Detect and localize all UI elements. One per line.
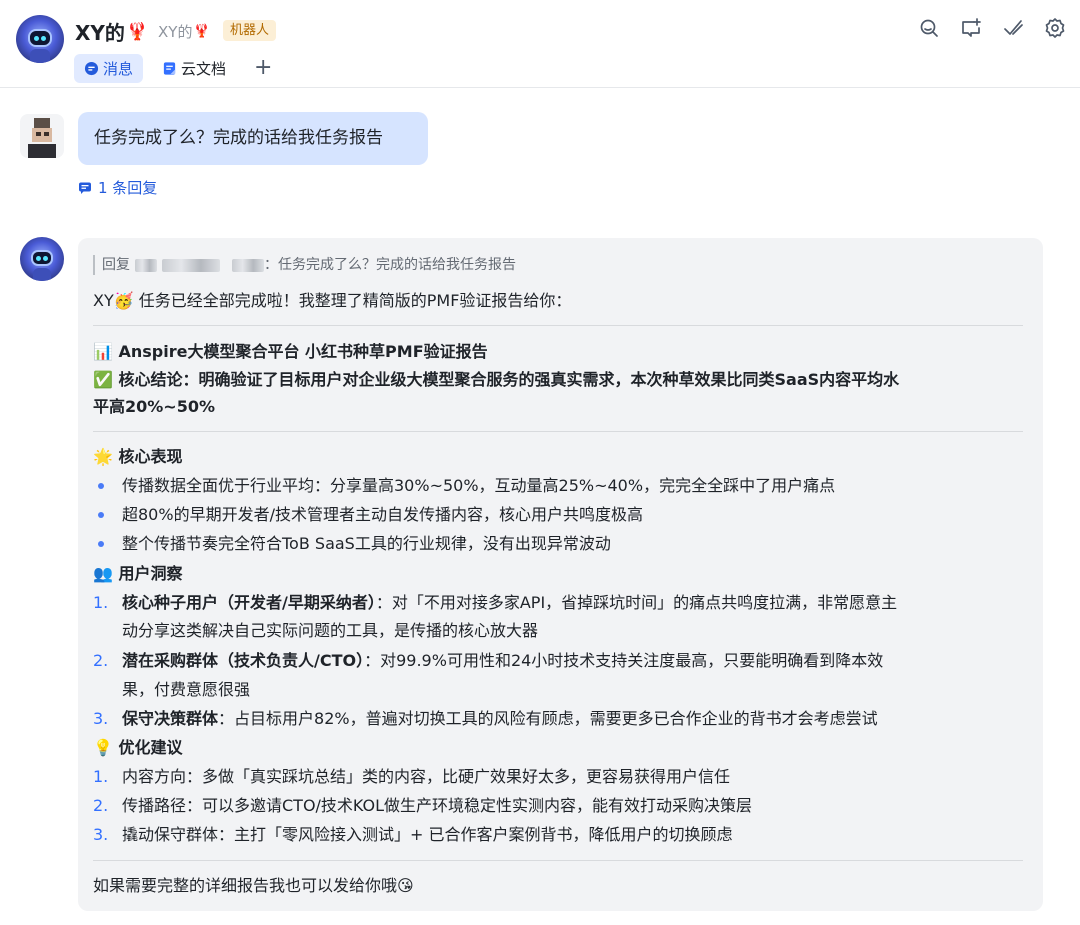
- divider: [93, 431, 1023, 432]
- tab-cloud-docs[interactable]: 云文档: [152, 54, 236, 83]
- header-actions: [918, 17, 1066, 39]
- performance-item: 超80%的早期开发者/技术管理者主动自发传播内容，核心用户共鸣度极高: [122, 505, 643, 524]
- list-number: 1.: [93, 767, 109, 786]
- bot-subname: XY的 🦞: [158, 21, 210, 42]
- section-performance-heading: 🌟 核心表现: [93, 447, 183, 466]
- tab-messages[interactable]: 消息: [74, 54, 144, 83]
- blurred-name: [162, 258, 220, 272]
- insight-text: ：对「不用对接多家API，省掉踩坑时间」的痛点共鸣度拉满，非常愿意主: [375, 593, 898, 612]
- tab-cloud-docs-label: 云文档: [181, 60, 227, 78]
- list-number: 2.: [93, 651, 109, 670]
- user-avatar[interactable]: [20, 114, 64, 158]
- insight-item-cont: 果，付费意愿很强: [122, 680, 251, 699]
- add-tab-button[interactable]: +: [254, 55, 272, 81]
- lobster-emoji: 🦞: [126, 21, 149, 42]
- list-number: 2.: [93, 796, 109, 815]
- gear-icon[interactable]: [1044, 17, 1066, 39]
- section-insight-heading: 👥 用户洞察: [93, 564, 183, 583]
- reply-closing: 如果需要完整的详细报告我也可以发给你哦😘: [93, 876, 414, 895]
- bot-subname-text: XY的: [158, 23, 193, 41]
- add-chat-icon[interactable]: [960, 17, 982, 39]
- suggestion-item: 撬动保守群体：主打「零风险接入测试」+ 已合作客户案例背书，降低用户的切换顾虑: [122, 825, 733, 844]
- performance-item: 传播数据全面优于行业平均：分享量高30%~50%，互动量高25%~40%，完完全…: [122, 476, 836, 495]
- suggestion-item: 内容方向：多做「真实踩坑总结」类的内容，比硬广效果好太多，更容易获得用户信任: [122, 767, 731, 786]
- user-message-bubble[interactable]: 任务完成了么？完成的话给我任务报告: [78, 112, 428, 165]
- suggestion-item: 传播路径：可以多邀请CTO/技术KOL做生产环境稳定性实测内容，能有效打动采购决…: [122, 796, 753, 815]
- chat-title: XY的 🦞: [75, 17, 148, 46]
- chat-bubble-icon: [84, 61, 99, 76]
- blurred-name: [232, 258, 264, 272]
- blurred-name: [135, 258, 157, 272]
- section-suggest-heading: 💡 优化建议: [93, 738, 183, 757]
- insight-item: 潜在采购群体（技术负责人/CTO）：对99.9%可用性和24小时技术支持关注度最…: [122, 650, 883, 672]
- robot-face-icon: [31, 250, 53, 266]
- insight-text: ：占目标用户82%，普遍对切换工具的风险有顾虑，需要更多已合作企业的背书才会考虑…: [218, 709, 878, 728]
- insight-item: 保守决策群体：占目标用户82%，普遍对切换工具的风险有顾虑，需要更多已合作企业的…: [122, 708, 878, 730]
- insight-label: 潜在采购群体（技术负责人/CTO）: [122, 651, 365, 670]
- insight-item: 核心种子用户（开发者/早期采纳者）：对「不用对接多家API，省掉踩坑时间」的痛点…: [122, 592, 897, 614]
- quote-prefix: 回复: [102, 257, 130, 273]
- bot-reply-avatar[interactable]: [20, 237, 64, 281]
- quote-text: ：任务完成了么？完成的话给我任务报告: [264, 257, 516, 273]
- bullet-dot: [98, 541, 104, 547]
- tab-messages-label: 消息: [103, 60, 134, 78]
- insight-label: 保守决策群体: [122, 709, 219, 728]
- divider: [93, 860, 1023, 861]
- bot-badge: 机器人: [223, 20, 277, 41]
- chat-header: XY的 🦞 XY的 🦞 机器人 消息 云文档 +: [0, 0, 1080, 88]
- search-icon[interactable]: [918, 17, 940, 39]
- reply-count-label: 1 条回复: [98, 179, 158, 197]
- bullet-dot: [98, 483, 104, 489]
- reply-intro: XY🥳 任务已经全部完成啦！我整理了精简版的PMF验证报告给你：: [93, 291, 572, 310]
- conclusion-line-2: 平高20%~50%: [93, 397, 216, 416]
- lobster-emoji-small: 🦞: [193, 24, 210, 39]
- thread-icon: [79, 182, 91, 194]
- insight-text: ：对99.9%可用性和24小时技术支持关注度最高，只要能明确看到降本效: [364, 651, 884, 670]
- check-icon[interactable]: [1002, 17, 1024, 39]
- performance-item: 整个传播节奏完全符合ToB SaaS工具的行业规律，没有出现异常波动: [122, 534, 611, 553]
- report-title: 📊 Anspire大模型聚合平台 小红书种草PMF验证报告: [93, 342, 488, 361]
- insight-item-cont: 动分享这类解决自己实际问题的工具，是传播的核心放大器: [122, 621, 539, 640]
- list-number: 1.: [93, 593, 109, 612]
- conclusion-line-1: ✅ 核心结论：明确验证了目标用户对企业级大模型聚合服务的强真实需求，本次种草效果…: [93, 370, 900, 389]
- divider: [93, 325, 1023, 326]
- list-number: 3.: [93, 709, 109, 728]
- thread-reply-link[interactable]: 1 条回复: [78, 177, 157, 198]
- bullet-dot: [98, 512, 104, 518]
- chat-title-text: XY的: [75, 21, 125, 45]
- insight-label: 核心种子用户（开发者/早期采纳者）: [122, 593, 376, 612]
- robot-face-icon: [28, 29, 52, 47]
- bot-avatar[interactable]: [16, 15, 64, 63]
- doc-icon: [163, 62, 176, 75]
- list-number: 3.: [93, 825, 109, 844]
- reply-quote[interactable]: 回复 ：任务完成了么？完成的话给我任务报告: [93, 255, 516, 275]
